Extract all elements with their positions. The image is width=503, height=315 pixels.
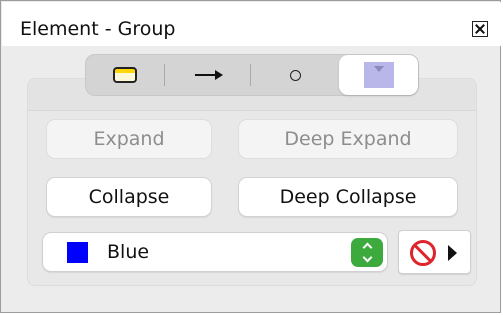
close-icon[interactable] <box>472 21 488 37</box>
color-select-value: Blue <box>107 241 150 263</box>
chevron-down-icon <box>362 252 372 263</box>
color-swatch <box>67 242 88 263</box>
deep-expand-button[interactable]: Deep Expand <box>238 119 458 159</box>
segment-arrow[interactable] <box>166 55 252 95</box>
play-icon <box>448 245 457 261</box>
circle-icon <box>289 69 301 81</box>
element-type-segmented-control <box>85 54 419 96</box>
expand-button[interactable]: Expand <box>46 119 212 159</box>
frame-icon <box>113 67 137 83</box>
segment-divider <box>250 64 251 86</box>
none-menu-button[interactable] <box>398 230 471 274</box>
arrow-icon <box>195 70 223 80</box>
segment-divider <box>164 64 165 86</box>
title-bar: Element - Group <box>2 2 501 46</box>
segment-group[interactable] <box>339 55 418 95</box>
select-stepper-icon[interactable] <box>351 238 383 267</box>
chevron-up-icon <box>362 242 372 253</box>
element-group-window: Element - Group Expand Deep Expand Colla… <box>0 0 501 313</box>
segment-frame[interactable] <box>86 55 164 95</box>
window-title: Element - Group <box>20 18 176 40</box>
collapse-button[interactable]: Collapse <box>46 177 212 217</box>
color-select[interactable]: Blue <box>42 232 388 272</box>
group-icon <box>363 62 394 88</box>
segment-circle[interactable] <box>252 55 338 95</box>
no-entry-icon <box>410 240 436 266</box>
deep-collapse-button[interactable]: Deep Collapse <box>238 177 458 217</box>
